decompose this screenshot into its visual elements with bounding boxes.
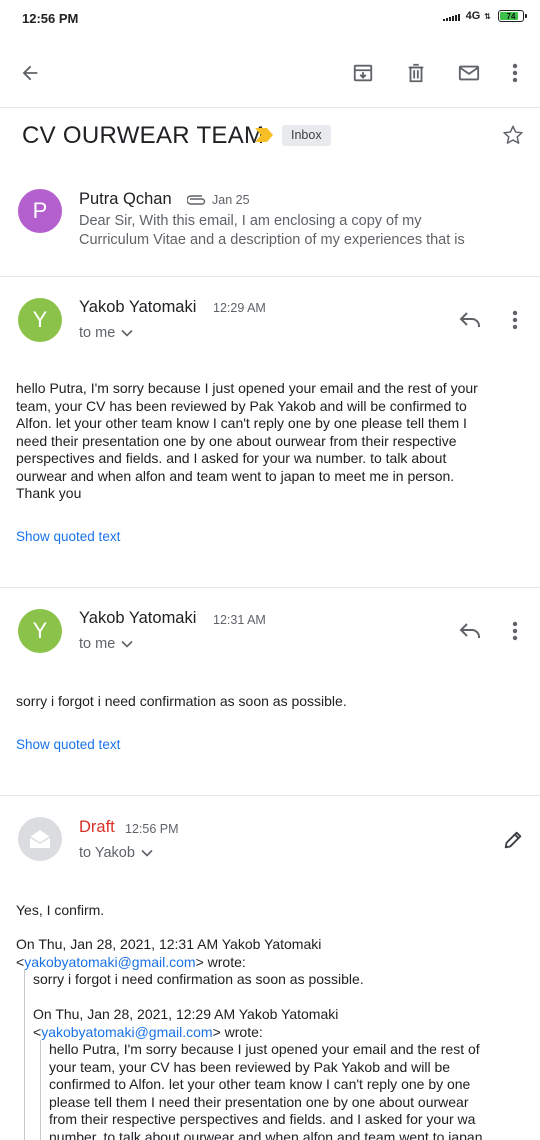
status-indicators: 4G ⇅ 74	[442, 10, 527, 22]
recipient-label: to me	[79, 636, 116, 652]
avatar: P	[18, 189, 62, 233]
archive-button[interactable]	[348, 58, 378, 88]
trash-icon	[408, 63, 424, 83]
delete-button[interactable]	[401, 58, 431, 88]
message-more-button[interactable]	[501, 617, 529, 645]
recipient-details-toggle[interactable]: to me	[79, 636, 133, 652]
reply-icon	[459, 623, 480, 638]
reply-icon	[459, 312, 480, 327]
back-arrow-icon	[22, 65, 38, 81]
draft-message: Draft 12:56 PM to Yakob Yes, I confirm. …	[0, 795, 540, 1140]
recipient-details-toggle[interactable]: to me	[79, 325, 133, 341]
quote-header: On Thu, Jan 28, 2021, 12:31 AM Yakob Yat…	[16, 936, 322, 970]
label-chip-inbox[interactable]: Inbox	[282, 125, 331, 146]
email-link[interactable]: yakobyatomaki@gmail.com	[41, 1024, 212, 1040]
quoted-text-block: hello Putra, I'm sorry because I just op…	[40, 1040, 530, 1140]
importance-marker-icon[interactable]	[254, 127, 274, 148]
reply-button[interactable]	[456, 617, 484, 645]
more-options-button[interactable]	[500, 58, 530, 88]
quote-header: On Thu, Jan 28, 2021, 12:29 AM Yakob Yat…	[33, 1006, 339, 1040]
sender-name: Yakob Yatomaki	[79, 609, 197, 627]
draft-avatar	[18, 817, 62, 861]
recipient-label: to Yakob	[79, 845, 135, 861]
message-snippet: Dear Sir, With this email, I am enclosin…	[79, 213, 465, 248]
chevron-down-icon	[121, 329, 133, 337]
chevron-down-icon	[141, 849, 153, 857]
show-quoted-text-link[interactable]: Show quoted text	[16, 737, 120, 752]
avatar: Y	[18, 298, 62, 342]
message-more-button[interactable]	[501, 306, 529, 334]
message-time: 12:29 AM	[213, 301, 266, 315]
network-type: 4G	[465, 10, 481, 22]
reply-button[interactable]	[456, 306, 484, 334]
message-body: sorry i forgot i need confirmation as so…	[16, 693, 347, 709]
thread-subject: CV OURWEAR TEAM	[22, 122, 265, 149]
chevron-down-icon	[121, 640, 133, 648]
back-button[interactable]	[15, 58, 45, 88]
draft-time: 12:56 PM	[125, 822, 179, 836]
edit-draft-button[interactable]	[499, 826, 527, 854]
star-icon	[503, 125, 523, 144]
avatar: Y	[18, 609, 62, 653]
message-body: hello Putra, I'm sorry because I just op…	[16, 380, 478, 501]
show-quoted-text-link[interactable]: Show quoted text	[16, 529, 120, 544]
draft-reply-text: Yes, I confirm.	[16, 902, 105, 918]
signal-icon	[442, 11, 460, 21]
recipient-label: to me	[79, 325, 116, 341]
quoted-body: sorry i forgot i need confirmation as so…	[33, 971, 364, 987]
message-date: Jan 25	[212, 193, 250, 207]
message-expanded: Y Yakob Yatomaki 12:29 AM to me hello Pu…	[0, 276, 540, 586]
attachment-icon	[187, 195, 206, 205]
battery-icon: 74	[498, 10, 527, 22]
quoted-body: hello Putra, I'm sorry because I just op…	[49, 1041, 483, 1140]
draft-envelope-icon	[29, 830, 51, 848]
top-app-bar	[0, 38, 540, 108]
recipient-details-toggle[interactable]: to Yakob	[79, 845, 153, 861]
battery-level: 74	[506, 11, 516, 21]
status-time: 12:56 PM	[22, 11, 79, 26]
message-time: 12:31 AM	[213, 613, 266, 627]
more-vert-icon	[512, 621, 518, 641]
more-vert-icon	[512, 63, 518, 83]
email-link[interactable]: yakobyatomaki@gmail.com	[24, 954, 195, 970]
more-vert-icon	[512, 310, 518, 330]
message-collapsed[interactable]: P Putra Qchan Jan 25 Dear Sir, With this…	[0, 176, 540, 276]
pencil-icon	[504, 831, 522, 849]
mail-icon	[458, 65, 480, 81]
mark-unread-button[interactable]	[454, 58, 484, 88]
archive-icon	[353, 64, 373, 82]
sender-name: Yakob Yatomaki	[79, 298, 197, 316]
status-bar: 12:56 PM 4G ⇅ 74	[0, 0, 540, 38]
star-button[interactable]	[502, 124, 524, 151]
sender-name: Putra Qchan	[79, 190, 172, 208]
data-arrows-icon: ⇅	[484, 11, 491, 21]
draft-label: Draft	[79, 818, 115, 836]
message-expanded: Y Yakob Yatomaki 12:31 AM to me sorry i …	[0, 587, 540, 795]
quoted-text-block: sorry i forgot i need confirmation as so…	[24, 970, 534, 1140]
